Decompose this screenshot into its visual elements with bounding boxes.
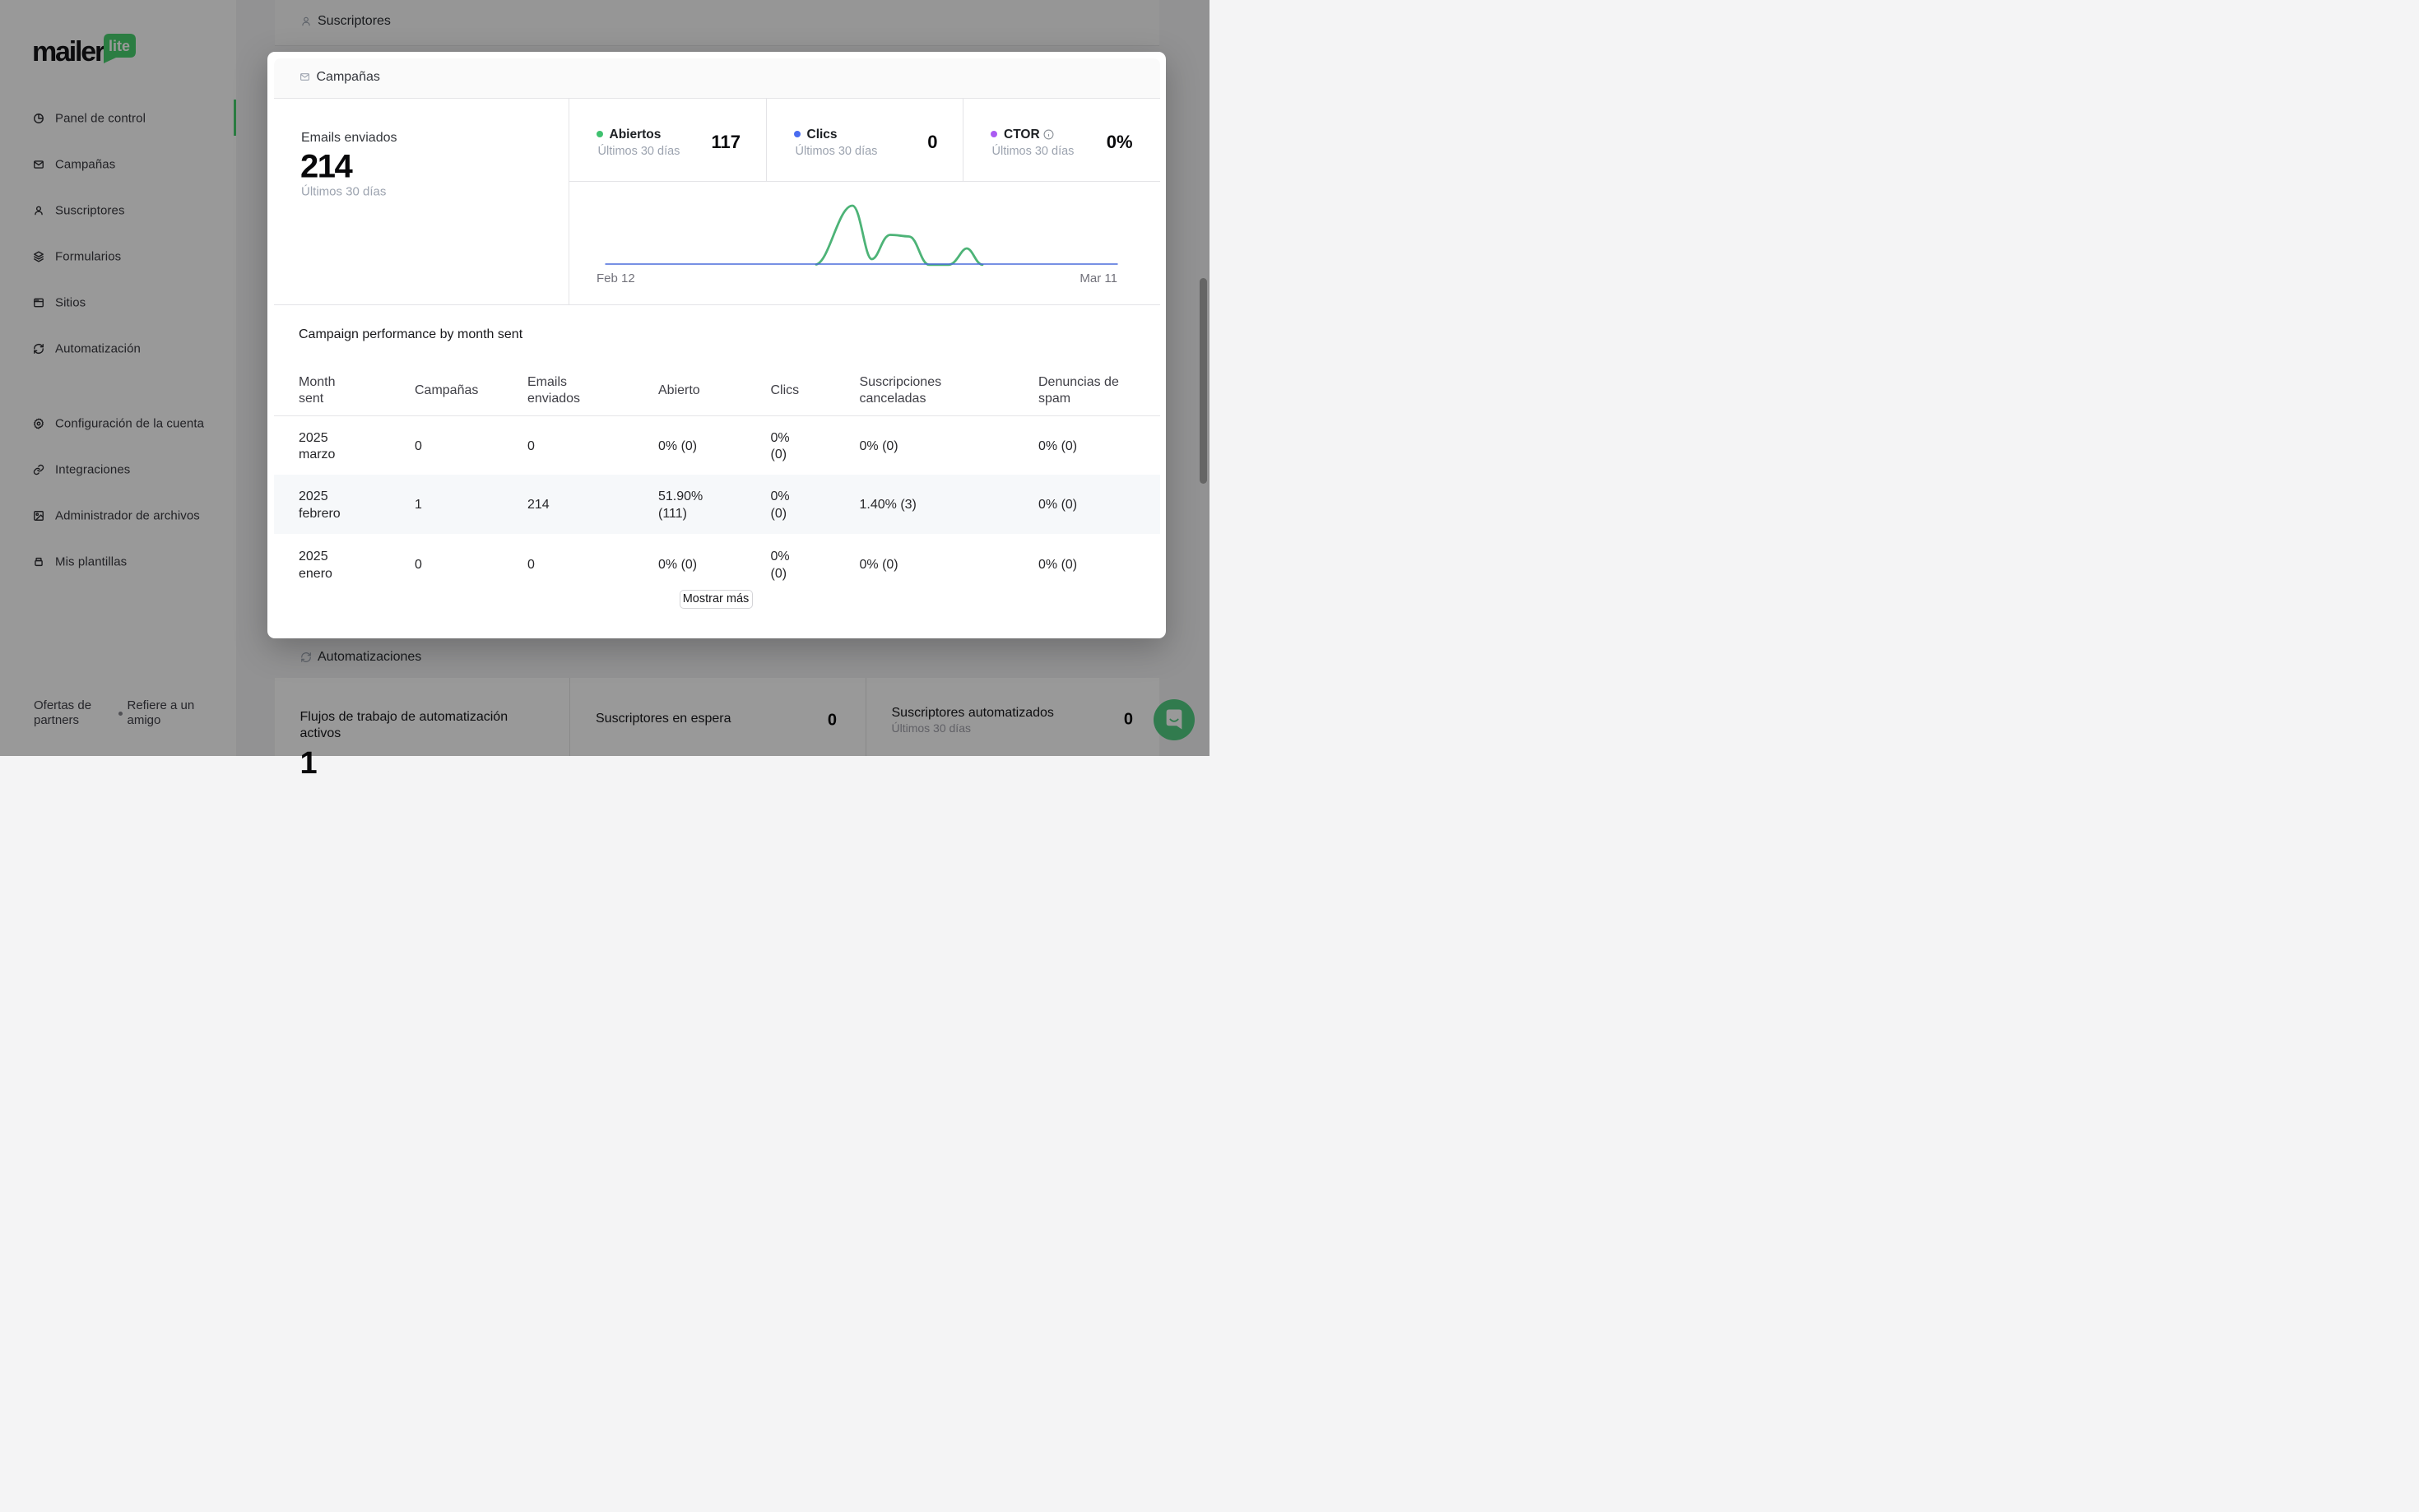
svg-text:Mar 11: Mar 11 (1079, 271, 1117, 285)
svg-text:Feb 12: Feb 12 (597, 271, 635, 285)
